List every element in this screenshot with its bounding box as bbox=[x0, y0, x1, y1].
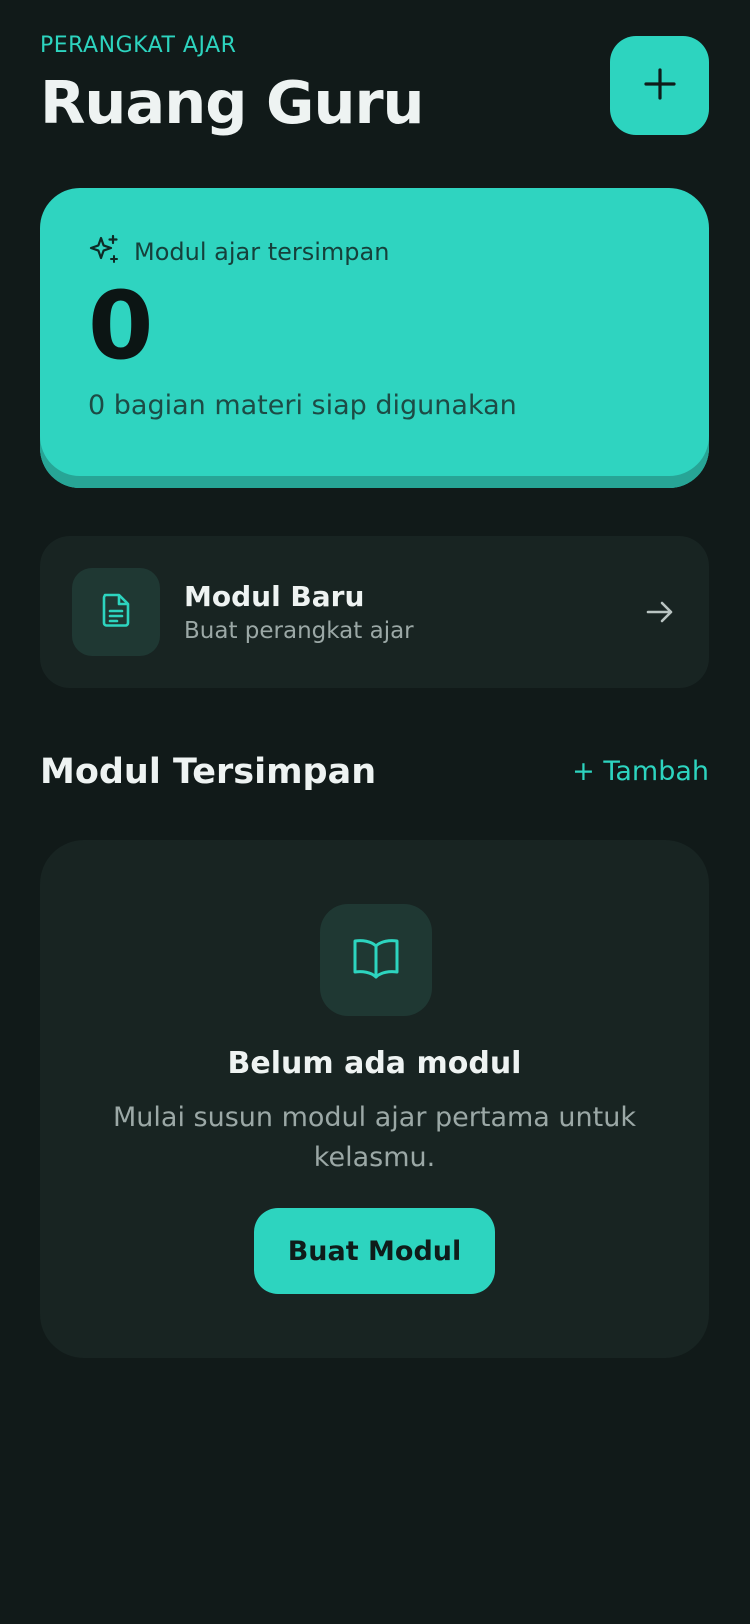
new-module-title: Modul Baru bbox=[184, 580, 365, 613]
page-title: Ruang Guru bbox=[40, 68, 425, 137]
saved-modules-heading: Modul Tersimpan bbox=[40, 752, 377, 792]
summary-subtitle: 0 bagian materi siap digunakan bbox=[88, 390, 517, 421]
new-module-subtitle: Buat perangkat ajar bbox=[184, 618, 414, 644]
document-icon bbox=[96, 590, 136, 634]
new-module-icon-tile bbox=[72, 568, 160, 656]
create-module-button[interactable]: Buat Modul bbox=[254, 1208, 495, 1294]
add-button[interactable] bbox=[610, 36, 709, 135]
app-screen: PERANGKAT AJAR Ruang Guru Modul ajar ter… bbox=[0, 0, 750, 1624]
empty-state-title: Belum ada modul bbox=[227, 1046, 522, 1081]
empty-state-description: Mulai susun modul ajar pertama untuk kel… bbox=[113, 1102, 636, 1173]
empty-state-icon-tile bbox=[320, 904, 432, 1016]
summary-label: Modul ajar tersimpan bbox=[134, 238, 390, 266]
saved-modules-count: 0 bbox=[88, 272, 154, 381]
summary-label-row: Modul ajar tersimpan bbox=[88, 234, 389, 270]
empty-state-card: Belum ada modul Mulai susun modul ajar p… bbox=[40, 840, 709, 1358]
new-module-card[interactable]: Modul Baru Buat perangkat ajar bbox=[40, 536, 709, 688]
open-book-icon bbox=[350, 932, 402, 988]
saved-modules-summary-card: Modul ajar tersimpan 0 0 bagian materi s… bbox=[40, 188, 709, 488]
page-eyebrow: PERANGKAT AJAR bbox=[40, 33, 237, 58]
add-module-link[interactable]: + Tambah bbox=[572, 756, 709, 787]
arrow-right-icon bbox=[644, 596, 676, 632]
sparkles-icon bbox=[88, 234, 120, 270]
plus-icon bbox=[642, 66, 678, 105]
